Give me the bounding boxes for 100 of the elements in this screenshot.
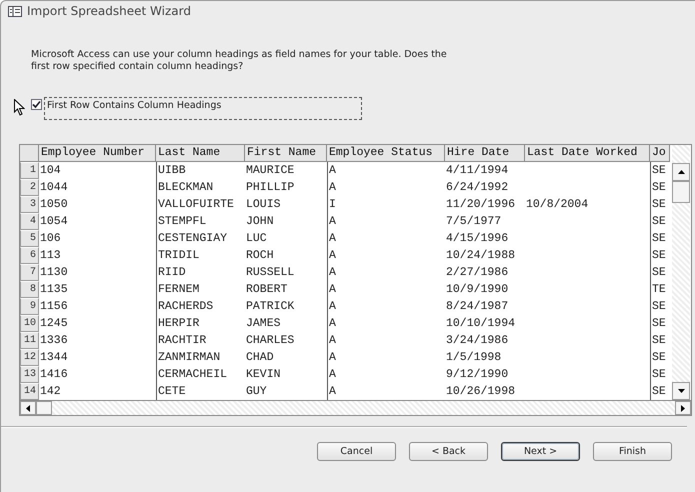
table-cell: SE	[652, 232, 666, 245]
column-header[interactable]: First Name	[245, 145, 327, 162]
row-number: 11	[20, 332, 39, 349]
table-cell: A	[329, 232, 336, 245]
row-number: 9	[20, 298, 39, 315]
mouse-cursor-icon	[14, 99, 25, 116]
header-corner[interactable]	[20, 145, 39, 162]
column-header[interactable]: Employee Number	[39, 145, 156, 162]
table-cell: 6/24/1992	[446, 181, 508, 194]
table-cell: 104	[40, 164, 61, 177]
table-cell: SE	[652, 181, 666, 194]
table-cell: SE	[652, 317, 666, 330]
table-cell: SE	[652, 215, 666, 228]
column-header[interactable]: Last Date Worked	[525, 145, 650, 162]
column-header[interactable]: Last Name	[156, 145, 245, 162]
table-cell: A	[329, 266, 336, 279]
table-cell: VALLOFUIRTE	[158, 198, 234, 211]
column-header[interactable]: Hire Date	[445, 145, 525, 162]
scroll-down-icon[interactable]	[672, 382, 690, 400]
table-cell: JOHN	[246, 215, 274, 228]
table-cell: CERMACHEIL	[158, 368, 228, 381]
table-cell: SE	[652, 300, 666, 313]
table-cell: CHARLES	[246, 334, 294, 347]
table-cell: LOUIS	[246, 198, 281, 211]
table-cell: 3/24/1986	[446, 334, 508, 347]
table-cell: 1050	[40, 198, 68, 211]
row-number: 1	[20, 162, 39, 179]
column-header[interactable]: Jo	[650, 145, 670, 162]
table-cell: CESTENGIAY	[158, 232, 228, 245]
table-cell: STEMPFL	[158, 215, 206, 228]
table-cell: 10/10/1994	[446, 317, 516, 330]
table-cell: SE	[652, 198, 666, 211]
table-cell: SE	[652, 368, 666, 381]
horizontal-scrollbar[interactable]	[20, 400, 691, 415]
table-cell: 7/5/1977	[446, 215, 502, 228]
table-cell: 1044	[40, 181, 68, 194]
wizard-button[interactable]: Finish	[593, 442, 672, 461]
scroll-left-icon[interactable]	[20, 401, 36, 415]
table-icon	[8, 6, 22, 16]
table-cell: 4/11/1994	[446, 164, 508, 177]
wizard-button[interactable]: Next >	[501, 442, 580, 461]
row-number: 3	[20, 196, 39, 213]
table-cell: A	[329, 351, 336, 364]
scroll-up-icon[interactable]	[672, 163, 690, 181]
row-number: 5	[20, 230, 39, 247]
table-cell: PATRICK	[246, 300, 294, 313]
table-cell: PHILLIP	[246, 181, 294, 194]
table-cell: 2/27/1986	[446, 266, 508, 279]
table-cell: 1130	[40, 266, 68, 279]
table-cell: 10/9/1990	[446, 283, 508, 296]
scroll-right-icon[interactable]	[675, 401, 691, 415]
wizard-button[interactable]: Cancel	[317, 442, 396, 461]
scroll-thumb[interactable]	[672, 181, 690, 203]
table-cell: SE	[652, 266, 666, 279]
table-cell: ROBERT	[246, 283, 288, 296]
row-number: 12	[20, 349, 39, 366]
table-cell: RIID	[158, 266, 186, 279]
table-cell: 1344	[40, 351, 68, 364]
table-cell: CETE	[158, 385, 186, 398]
table-cell: HERPIR	[158, 317, 200, 330]
table-cell: A	[329, 249, 336, 262]
row-number: 7	[20, 264, 39, 281]
table-cell: 10/8/2004	[526, 198, 588, 211]
table-cell: 1245	[40, 317, 68, 330]
table-cell: RACHTIR	[158, 334, 206, 347]
table-cell: A	[329, 164, 336, 177]
table-cell: BLECKMAN	[158, 181, 214, 194]
table-cell: SE	[652, 249, 666, 262]
table-cell: GUY	[246, 385, 267, 398]
table-cell: SE	[652, 164, 666, 177]
table-cell: A	[329, 283, 336, 296]
instructions-text: Microsoft Access can use your column headings as field names for your table. Does the first row specified contain column headings?	[31, 49, 448, 73]
table-cell: 1054	[40, 215, 68, 228]
table-cell: ZANMIRMAN	[158, 351, 220, 364]
row-number: 14	[20, 383, 39, 400]
table-cell: MAURICE	[246, 164, 294, 177]
table-cell: 11/20/1996	[446, 198, 516, 211]
window-title: Import Spreadsheet Wizard	[27, 4, 191, 18]
table-cell: 9/12/1990	[446, 368, 508, 381]
row-number: 8	[20, 281, 39, 298]
table-cell: SE	[652, 351, 666, 364]
table-cell: 10/26/1998	[446, 385, 516, 398]
table-cell: CHAD	[246, 351, 274, 364]
table-cell: 106	[40, 232, 61, 245]
table-cell: TRIDIL	[158, 249, 200, 262]
table-cell: A	[329, 181, 336, 194]
vertical-scrollbar[interactable]	[672, 145, 690, 400]
table-cell: 10/24/1988	[446, 249, 516, 262]
table-cell: SE	[652, 334, 666, 347]
wizard-button[interactable]: < Back	[409, 442, 488, 461]
table-cell: 1135	[40, 283, 68, 296]
row-number: 2	[20, 179, 39, 196]
table-cell: 1156	[40, 300, 68, 313]
table-cell: A	[329, 334, 336, 347]
scroll-thumb[interactable]	[36, 401, 52, 415]
table-cell: TE	[652, 283, 666, 296]
column-header[interactable]: Employee Status	[327, 145, 445, 162]
table-cell: 1336	[40, 334, 68, 347]
table-cell: RACHERDS	[158, 300, 214, 313]
table-cell: A	[329, 385, 336, 398]
